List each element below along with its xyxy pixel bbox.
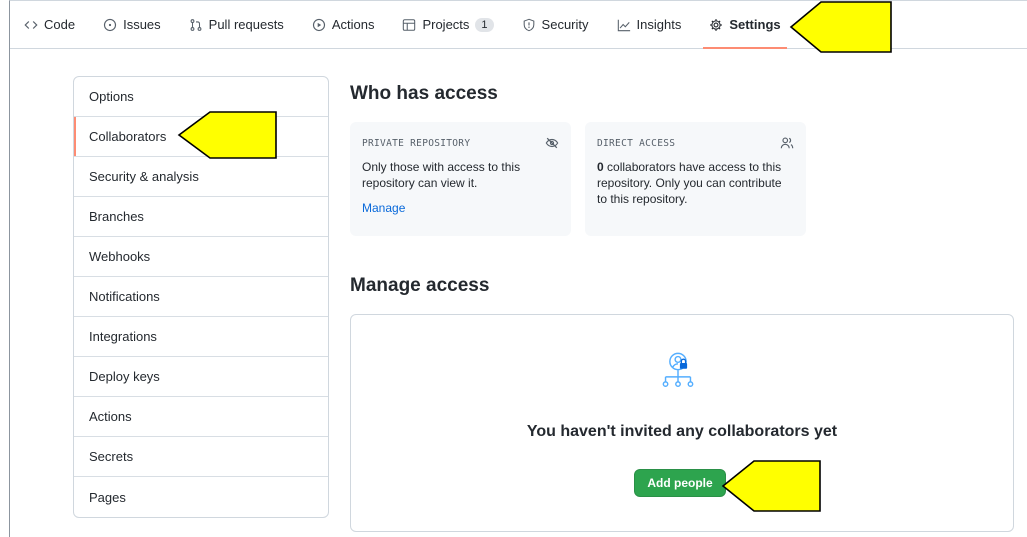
sidebar-item-webhooks[interactable]: Webhooks [74,237,328,277]
manage-access-empty-state: You haven't invited any collaborators ye… [350,314,1014,532]
sidebar-item-security-analysis[interactable]: Security & analysis [74,157,328,197]
eye-closed-icon [545,137,559,149]
gear-icon [710,18,723,31]
card-heading: DIRECT ACCESS [597,137,676,149]
collaborator-count: 0 [597,160,604,174]
tab-issues[interactable]: Issues [103,1,161,49]
sidebar-item-label: Actions [89,409,132,424]
code-icon [24,20,38,29]
tab-label: Actions [331,17,375,32]
sidebar-item-branches[interactable]: Branches [74,197,328,237]
tab-pull-requests[interactable]: Pull requests [189,1,284,49]
sidebar-item-label: Deploy keys [89,369,160,384]
direct-access-card: DIRECT ACCESS 0 collaborators have acces… [585,122,806,236]
tab-label: Code [44,17,76,32]
sidebar-item-label: Branches [89,209,144,224]
tab-label: Issues [123,17,161,32]
sidebar-item-actions[interactable]: Actions [74,397,328,437]
who-has-access-heading: Who has access [350,83,498,104]
sidebar-item-label: Webhooks [89,249,151,264]
tab-label: Pull requests [208,17,284,32]
card-header: DIRECT ACCESS [597,136,794,150]
tab-label: Security [541,17,589,32]
card-body: Only those with access to this repositor… [362,160,521,190]
people-icon [780,137,794,149]
sidebar-item-secrets[interactable]: Secrets [74,437,328,477]
graph-icon [617,19,630,31]
tab-security[interactable]: Security [522,1,589,49]
sidebar-item-pages[interactable]: Pages [74,477,328,517]
card-heading: PRIVATE REPOSITORY [362,137,471,149]
sidebar-item-label: Notifications [89,289,160,304]
sidebar-item-deploy-keys[interactable]: Deploy keys [74,357,328,397]
pull-request-icon [190,18,202,31]
empty-state-title: You haven't invited any collaborators ye… [526,423,838,440]
tab-label: Settings [729,17,781,32]
tab-code[interactable]: Code [24,1,75,49]
play-icon [312,18,325,31]
add-people-button[interactable]: Add people [634,469,726,497]
tab-projects[interactable]: Projects 1 [402,1,494,49]
tab-insights[interactable]: Insights [617,1,682,49]
settings-callout-arrow-icon [789,1,892,53]
sidebar-item-label: Collaborators [89,129,167,144]
tab-actions[interactable]: Actions [312,1,375,49]
sidebar-item-label: Pages [89,489,126,505]
manage-link[interactable]: Manage [362,201,405,215]
sidebar-item-notifications[interactable]: Notifications [74,277,328,317]
add-people-callout-arrow-icon [721,460,821,512]
tab-settings[interactable]: Settings [703,1,787,49]
sidebar-item-label: Integrations [89,329,157,344]
sidebar-item-label: Security & analysis [89,169,199,184]
tab-label: Projects [422,17,470,32]
sidebar-item-integrations[interactable]: Integrations [74,317,328,357]
private-repository-card: PRIVATE REPOSITORY Only those with acces… [350,122,571,236]
collaborators-callout-arrow-icon [177,111,277,159]
repository-settings-window: Code Issues Pull requests Actions Projec… [9,0,1027,537]
shield-icon [523,18,534,31]
issue-icon [103,18,117,31]
direct-access-text: collaborators have access to this reposi… [597,160,782,206]
sidebar-item-label: Secrets [89,449,134,464]
card-body: 0 collaborators have access to this repo… [597,159,794,207]
sidebar-item-label: Options [89,89,134,104]
tab-label: Insights [636,17,682,32]
card-header: PRIVATE REPOSITORY [362,136,559,150]
projects-count-badge: 1 [475,17,494,32]
manage-access-heading: Manage access [350,275,490,296]
table-icon [403,18,416,31]
organization-lock-icon [662,352,694,387]
